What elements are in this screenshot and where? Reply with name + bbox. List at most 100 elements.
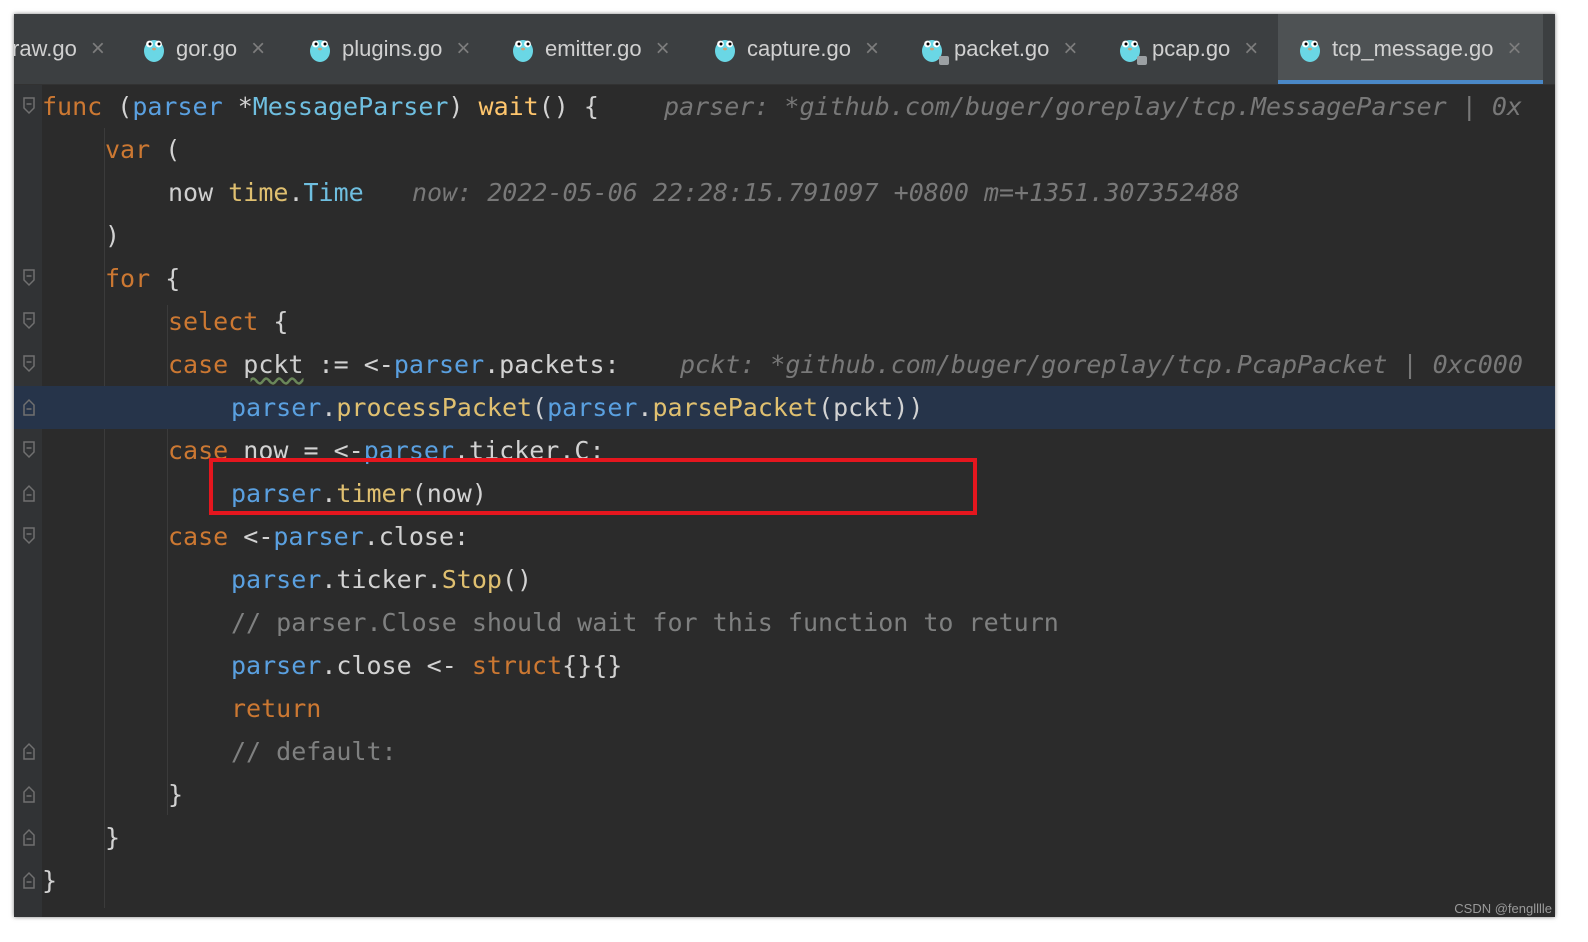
code-text: .close:	[363, 522, 470, 551]
go-gopher-icon	[142, 35, 166, 63]
keyword: struct	[471, 651, 563, 680]
tab-plugins-go[interactable]: plugins.go ×	[308, 14, 470, 84]
tab-label: raw.go	[14, 36, 77, 61]
tab-packet-go[interactable]: packet.go ×	[920, 14, 1077, 84]
code-line-15[interactable]: return	[14, 687, 1555, 730]
inline-debug-hint: pckt: *github.com/buger/goreplay/tcp.Pca…	[680, 350, 1523, 379]
code-text: {	[150, 264, 181, 293]
code-line-12[interactable]: parser.ticker.Stop()	[14, 558, 1555, 601]
function-name: Stop	[441, 565, 502, 594]
tab-tcp-message-go[interactable]: tcp_message.go ×	[1278, 14, 1543, 84]
fold-icon[interactable]	[22, 871, 36, 889]
code-line-18[interactable]: }	[14, 816, 1555, 859]
code-line-17[interactable]: }	[14, 773, 1555, 816]
code-text: }	[42, 866, 58, 895]
fold-icon[interactable]	[22, 355, 36, 373]
tab-label: packet.go	[954, 36, 1050, 61]
type-name: Time	[303, 178, 364, 207]
fold-icon[interactable]	[22, 785, 36, 803]
code-text: )	[105, 221, 121, 250]
code-text: .	[288, 178, 304, 207]
close-icon[interactable]: ×	[251, 35, 265, 63]
tab-label: plugins.go	[342, 36, 443, 61]
function-name: parsePacket	[652, 393, 819, 422]
code-line-1[interactable]: func (parser *MessageParser) wait() { pa…	[14, 85, 1555, 128]
code-line-16[interactable]: // default:	[14, 730, 1555, 773]
inline-debug-hint: now: 2022-05-06 22:28:15.791097 +0800 m=…	[412, 178, 1240, 207]
code-line-11[interactable]: case <-parser.close:	[14, 515, 1555, 558]
go-gopher-locked-icon	[920, 35, 949, 65]
close-icon[interactable]: ×	[1063, 35, 1077, 63]
code-text: }	[168, 780, 184, 809]
code-text: )	[448, 92, 479, 121]
fold-icon[interactable]	[22, 269, 36, 287]
close-icon[interactable]: ×	[865, 35, 879, 63]
code-editor[interactable]: func (parser *MessageParser) wait() { pa…	[14, 85, 1555, 917]
code-text: .	[637, 393, 653, 422]
inline-debug-hint: parser: *github.com/buger/goreplay/tcp.M…	[664, 92, 1522, 121]
fold-icon[interactable]	[22, 441, 36, 459]
receiver: parser	[231, 651, 322, 680]
go-gopher-icon	[713, 35, 737, 63]
tab-label: capture.go	[747, 36, 851, 61]
tab-label: tcp_message.go	[1332, 36, 1494, 61]
receiver: parser	[132, 92, 223, 121]
close-icon[interactable]: ×	[91, 35, 105, 63]
close-icon[interactable]: ×	[1244, 35, 1258, 63]
code-text: .packets:	[484, 350, 620, 379]
receiver: parser	[273, 522, 364, 551]
keyword: return	[231, 694, 322, 723]
active-tab-underline	[1278, 80, 1543, 84]
fold-icon[interactable]	[22, 484, 36, 502]
fold-icon[interactable]	[22, 97, 36, 115]
code-text: .close <-	[321, 651, 472, 680]
receiver: parser	[547, 393, 638, 422]
code-text: (	[532, 393, 548, 422]
lock-icon	[1137, 56, 1147, 65]
highlight-annotation-box	[209, 458, 977, 515]
keyword: select	[168, 307, 259, 336]
watermark: CSDN @fenglllle	[1454, 901, 1552, 916]
code-line-4[interactable]: )	[14, 214, 1555, 257]
tab-raw-go[interactable]: raw.go ×	[14, 14, 105, 84]
code-text: ()	[501, 565, 533, 594]
fold-icon[interactable]	[22, 527, 36, 545]
tab-label: gor.go	[176, 36, 238, 61]
close-icon[interactable]: ×	[456, 35, 470, 63]
tab-emitter-go[interactable]: emitter.go ×	[511, 14, 670, 84]
code-line-13[interactable]: // parser.Close should wait for this fun…	[14, 601, 1555, 644]
fold-icon[interactable]	[22, 398, 36, 416]
code-text: .	[321, 393, 337, 422]
code-text: () {	[538, 92, 599, 121]
tab-capture-go[interactable]: capture.go ×	[713, 14, 879, 84]
code-line-14[interactable]: parser.close <- struct{}{}	[14, 644, 1555, 687]
receiver: parser	[231, 393, 322, 422]
type-name: MessageParser	[252, 92, 449, 121]
code-line-5[interactable]: for {	[14, 257, 1555, 300]
code-line-7[interactable]: case pckt := <-parser.packets: pckt: *gi…	[14, 343, 1555, 386]
keyword: for	[105, 264, 151, 293]
code-comment: // default:	[231, 737, 397, 766]
code-text: }	[105, 823, 121, 852]
tab-pcap-go[interactable]: pcap.go ×	[1118, 14, 1258, 84]
code-line-19[interactable]: }	[14, 859, 1555, 902]
close-icon[interactable]: ×	[1507, 35, 1521, 63]
receiver: parser	[231, 565, 322, 594]
variable: pckt	[243, 350, 304, 379]
go-gopher-icon	[1298, 35, 1322, 63]
code-line-3[interactable]: now time.Time now: 2022-05-06 22:28:15.7…	[14, 171, 1555, 214]
fold-icon[interactable]	[22, 742, 36, 760]
fold-icon[interactable]	[22, 312, 36, 330]
fold-icon[interactable]	[22, 828, 36, 846]
go-gopher-locked-icon	[1118, 35, 1147, 65]
code-line-2[interactable]: var (	[14, 128, 1555, 171]
go-gopher-icon	[511, 35, 535, 63]
code-text: {}{}	[562, 651, 623, 680]
keyword: case	[168, 522, 229, 551]
function-name: processPacket	[336, 393, 533, 422]
tab-gor-go[interactable]: gor.go ×	[142, 14, 265, 84]
code-line-8-current[interactable]: parser.processPacket(parser.parsePacket(…	[14, 386, 1555, 429]
close-icon[interactable]: ×	[656, 35, 670, 63]
code-line-6[interactable]: select {	[14, 300, 1555, 343]
code-text: (	[150, 135, 181, 164]
